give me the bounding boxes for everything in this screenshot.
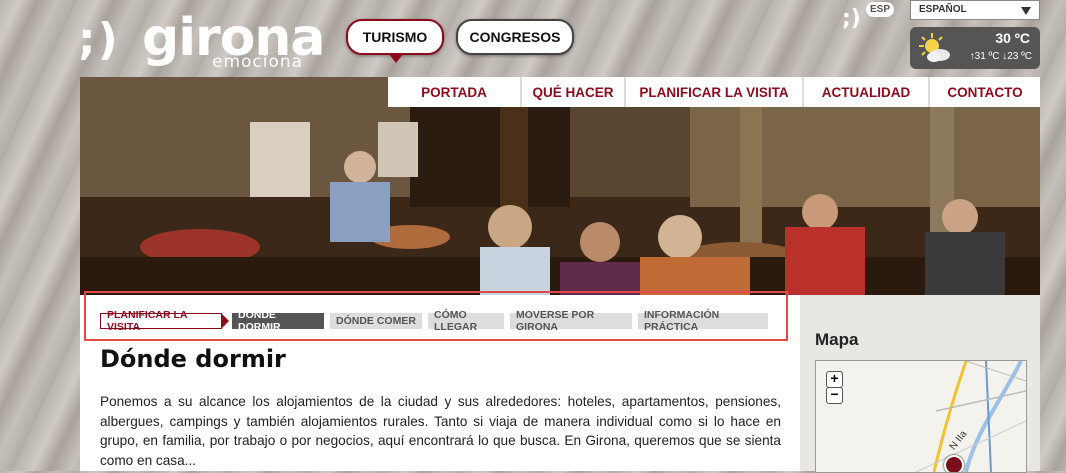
map-roads xyxy=(816,361,1026,472)
nav-planificar-la-visita[interactable]: PLANIFICAR LA VISITA xyxy=(626,77,804,107)
nav-actualidad[interactable]: ACTUALIDAD xyxy=(804,77,930,107)
language-badge[interactable]: ESP xyxy=(866,2,895,17)
tab-congresos[interactable]: CONGRESOS xyxy=(456,19,574,55)
logo-tagline: emociona xyxy=(212,52,304,72)
subnav-como-llegar[interactable]: CÓMO LLEGAR xyxy=(428,309,504,333)
header-smile: ;) xyxy=(842,6,861,31)
logo-smile: ;) xyxy=(78,14,120,65)
zoom-out-button[interactable]: − xyxy=(826,387,843,404)
map-widget[interactable]: + − N IIa xyxy=(815,360,1027,473)
language-select[interactable]: ESPAÑOL xyxy=(910,0,1040,20)
page-title: Dónde dormir xyxy=(100,345,286,373)
tab-turismo[interactable]: TURISMO xyxy=(346,19,444,63)
map-pin-icon[interactable] xyxy=(944,455,964,472)
hero-scene xyxy=(80,77,1040,295)
chevron-down-icon xyxy=(1021,7,1031,15)
breadcrumb-home[interactable]: PLANIFICAR LA VISITA xyxy=(100,309,229,333)
map-title: Mapa xyxy=(815,330,859,349)
breadcrumb: PLANIFICAR LA VISITA DÓNDE DORMIR DÓNDE … xyxy=(84,291,788,341)
intro-paragraph: Ponemos a su alcance los alojamientos de… xyxy=(100,394,781,468)
subnav-informacion-practica[interactable]: INFORMACIÓN PRÁCTICA xyxy=(638,309,768,333)
subnav-donde-comer[interactable]: DÓNDE COMER xyxy=(330,313,422,329)
language-value: ESPAÑOL xyxy=(919,4,967,15)
weather-range: ↑31 ºC ↓23 ºC xyxy=(969,51,1032,62)
main-nav: PORTADA QUÉ HACER PLANIFICAR LA VISITA A… xyxy=(388,77,1040,107)
nav-contacto[interactable]: CONTACTO xyxy=(930,77,1040,107)
subnav-donde-dormir[interactable]: DÓNDE DORMIR xyxy=(232,309,324,333)
weather-temperature: 30 ºC xyxy=(995,30,1030,46)
hero-image xyxy=(80,77,1040,295)
subnav-moverse-por-girona[interactable]: MOVERSE POR GIRONA xyxy=(510,309,632,333)
weather-widget: 30 ºC ↑31 ºC ↓23 ºC xyxy=(910,27,1040,69)
partly-cloudy-icon xyxy=(919,33,950,62)
nav-que-hacer[interactable]: QUÉ HACER xyxy=(522,77,626,107)
nav-portada[interactable]: PORTADA xyxy=(388,77,522,107)
